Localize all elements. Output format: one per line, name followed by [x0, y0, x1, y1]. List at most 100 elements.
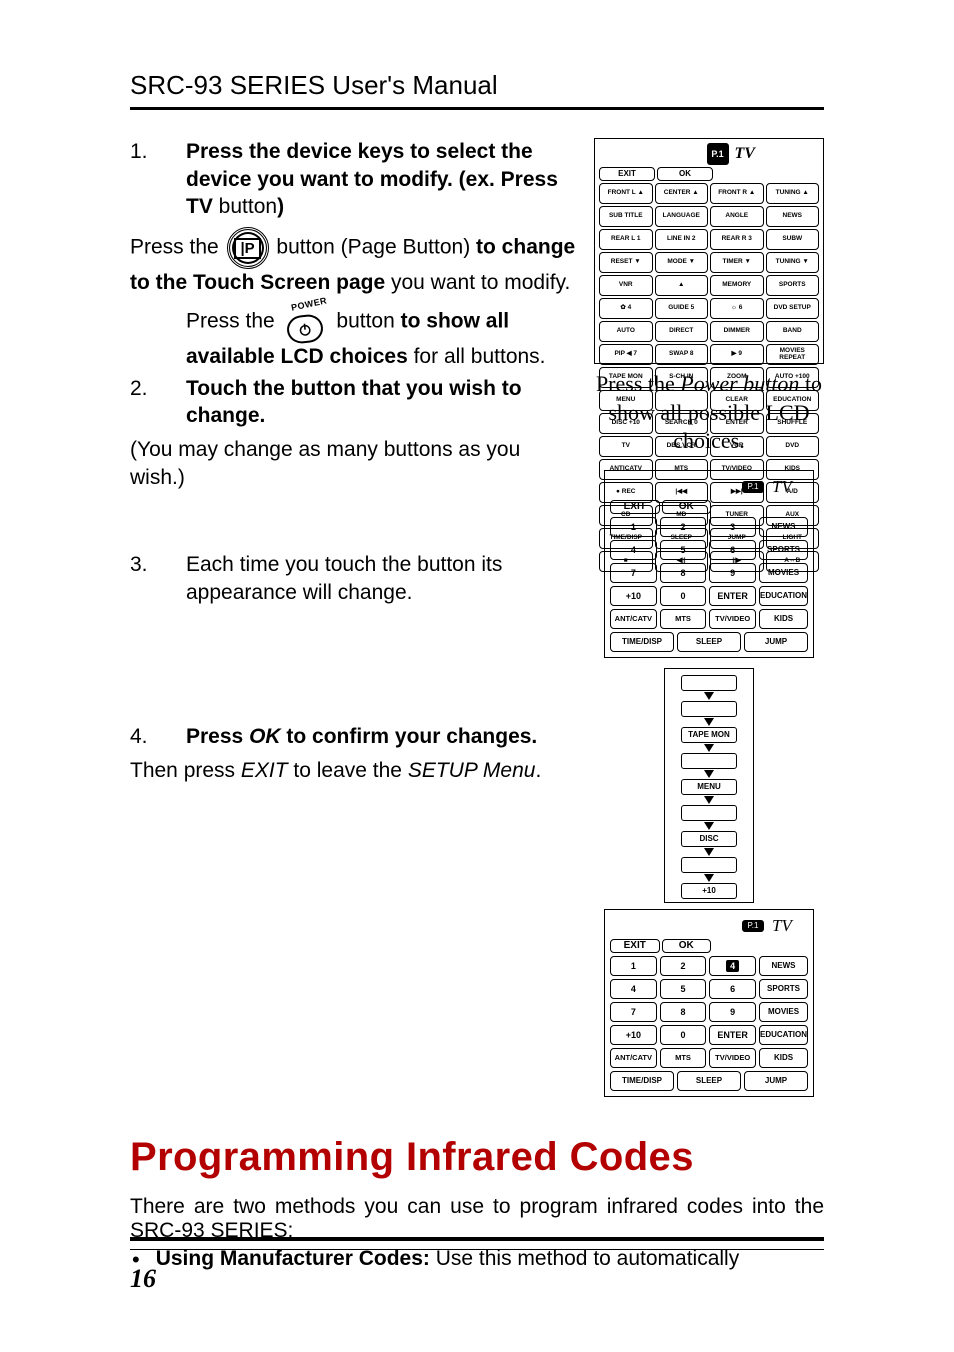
tv-label: TV — [768, 915, 808, 937]
category-key[interactable]: NEWS — [759, 517, 808, 537]
category-key[interactable]: EDUCATION — [759, 586, 808, 606]
lcd-key[interactable]: MODE ▼ — [655, 252, 709, 273]
category-key[interactable]: SPORTS — [759, 979, 808, 999]
lcd-key[interactable]: ✿ 4 — [599, 298, 653, 319]
keypad-key[interactable]: ANT/CATV — [610, 1048, 657, 1068]
keypad-key[interactable]: ENTER — [709, 1025, 756, 1045]
lcd-key[interactable]: DIMMER — [710, 321, 764, 342]
lcd-key[interactable]: TUNING ▲ — [766, 183, 820, 204]
ok-button[interactable]: OK — [662, 939, 712, 953]
keypad-key[interactable]: 7 — [610, 1002, 657, 1022]
category-key[interactable]: KIDS — [759, 609, 808, 629]
lcd-key[interactable]: SPORTS — [766, 275, 820, 296]
lcd-key[interactable]: TV — [599, 436, 653, 457]
lcd-key[interactable]: DVD SETUP — [766, 298, 820, 319]
lcd-key[interactable]: SWAP 8 — [655, 344, 709, 365]
keypad-key[interactable]: 4 — [709, 956, 756, 976]
keypad-key[interactable]: ANT/CATV — [610, 609, 657, 629]
lcd-key[interactable]: NEWS — [766, 206, 820, 227]
lcd-key[interactable]: REAR R 3 — [710, 229, 764, 250]
lcd-key[interactable]: BAND — [766, 321, 820, 342]
lcd-key[interactable]: LANGUAGE — [655, 206, 709, 227]
lcd-key[interactable]: SUBW — [766, 229, 820, 250]
lcd-key[interactable]: ANGLE — [710, 206, 764, 227]
lcd-key[interactable]: FRONT L ▲ — [599, 183, 653, 204]
cycle-box — [681, 805, 737, 821]
lcd-key[interactable]: SUB TITLE — [599, 206, 653, 227]
keypad-key[interactable]: ENTER — [709, 586, 756, 606]
keypad-key[interactable]: 8 — [660, 563, 707, 583]
lcd-key[interactable]: VNR — [599, 275, 653, 296]
keypad-key[interactable]: 1 — [610, 956, 657, 976]
keypad-key[interactable]: 0 — [660, 1025, 707, 1045]
lcd-key[interactable]: REAR L 1 — [599, 229, 653, 250]
keypad-key[interactable]: 6 — [709, 979, 756, 999]
keypad-key[interactable]: 6 — [709, 540, 756, 560]
lcd-key[interactable]: AUTO — [599, 321, 653, 342]
keypad-key[interactable]: 7 — [610, 563, 657, 583]
cycle-box: MENU — [681, 779, 737, 795]
category-key[interactable]: MOVIES — [759, 1002, 808, 1022]
cycle-box — [681, 701, 737, 717]
exit-button[interactable]: EXIT — [610, 939, 660, 953]
keypad-key[interactable]: JUMP — [744, 1071, 808, 1091]
lcd-key[interactable]: MOVIES REPEAT — [766, 344, 820, 365]
lcd-key[interactable]: GUIDE 5 — [655, 298, 709, 319]
cycle-box: TAPE MON — [681, 727, 737, 743]
step-num: 3. — [130, 551, 186, 610]
keypad-key[interactable]: SLEEP — [677, 1071, 741, 1091]
category-key[interactable]: KIDS — [759, 1048, 808, 1068]
lcd-key[interactable]: PIP ◀ 7 — [599, 344, 653, 365]
lcd-key[interactable]: ▶ 9 — [710, 344, 764, 365]
keypad-key[interactable]: MTS — [660, 1048, 707, 1068]
keypad-key[interactable]: 4 — [610, 979, 657, 999]
lcd-key[interactable]: FRONT R ▲ — [710, 183, 764, 204]
keypad-key[interactable]: 9 — [709, 563, 756, 583]
keypad-key[interactable]: TIME/DISP — [610, 1071, 674, 1091]
keypad-key[interactable]: 5 — [660, 540, 707, 560]
keypad-key[interactable]: 1 — [610, 517, 657, 537]
down-arrow-icon — [704, 770, 714, 778]
down-arrow-icon — [704, 744, 714, 752]
step-4: 4. Press OK to confirm your changes. — [130, 723, 576, 755]
keypad-key[interactable]: +10 — [610, 1025, 657, 1045]
lcd-key[interactable]: LINE IN 2 — [655, 229, 709, 250]
keypad-key[interactable]: TV/VIDEO — [709, 609, 756, 629]
keypad-key[interactable]: 2 — [660, 517, 707, 537]
keypad-key[interactable]: 5 — [660, 979, 707, 999]
lcd-key[interactable]: CENTER ▲ — [655, 183, 709, 204]
keypad-key[interactable]: 0 — [660, 586, 707, 606]
category-key[interactable]: NEWS — [759, 956, 808, 976]
keypad-key[interactable]: TIME/DISP — [610, 632, 674, 652]
lcd-key[interactable]: ▲ — [655, 275, 709, 296]
keypad-key[interactable]: MTS — [660, 609, 707, 629]
keypad-key[interactable]: SLEEP — [677, 632, 741, 652]
keypad-key[interactable]: 3 — [709, 517, 756, 537]
keypad-key[interactable]: 2 — [660, 956, 707, 976]
keypad-key[interactable]: 9 — [709, 1002, 756, 1022]
exit-button[interactable]: EXIT — [610, 500, 660, 514]
exit-button[interactable]: EXIT — [599, 167, 655, 181]
category-key[interactable]: SPORTS — [759, 540, 808, 560]
lcd-key[interactable]: DIRECT — [655, 321, 709, 342]
lcd-key[interactable]: ☼ 6 — [710, 298, 764, 319]
page-badge: P.1 — [742, 481, 764, 493]
lcd-key[interactable]: TIMER ▼ — [710, 252, 764, 273]
lcd-key[interactable]: TUNING ▼ — [766, 252, 820, 273]
category-key[interactable]: EDUCATION — [759, 1025, 808, 1045]
ok-button[interactable]: OK — [662, 500, 712, 514]
lcd-key[interactable]: RESET ▼ — [599, 252, 653, 273]
down-arrow-icon — [704, 796, 714, 804]
lcd-key[interactable]: DVD — [766, 436, 820, 457]
keypad-key[interactable]: 8 — [660, 1002, 707, 1022]
keypad-key[interactable]: 4 — [610, 540, 657, 560]
keypad-key[interactable]: +10 — [610, 586, 657, 606]
ok-button[interactable]: OK — [657, 167, 713, 181]
down-arrow-icon — [704, 848, 714, 856]
category-key[interactable]: MOVIES — [759, 563, 808, 583]
step4-then: Then press EXIT to leave the SETUP Menu. — [130, 757, 576, 785]
keypad-key[interactable]: TV/VIDEO — [709, 1048, 756, 1068]
tv-label: TV — [768, 476, 808, 498]
keypad-key[interactable]: JUMP — [744, 632, 808, 652]
lcd-key[interactable]: MEMORY — [710, 275, 764, 296]
